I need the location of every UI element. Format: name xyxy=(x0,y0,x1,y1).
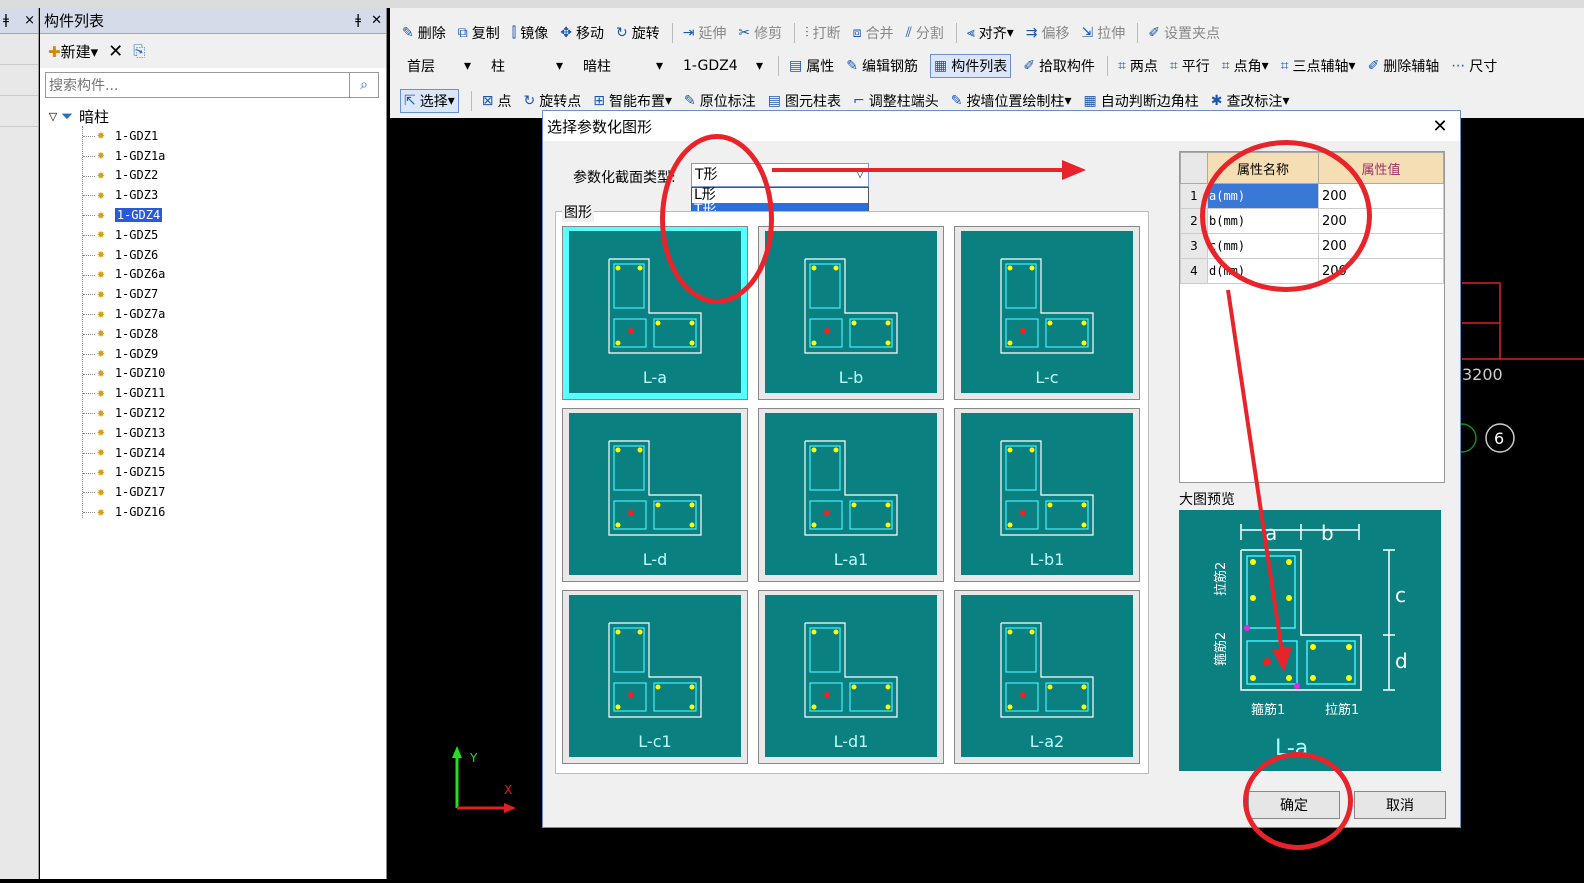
annotation-arrows xyxy=(772,160,1292,672)
arrow-to-properties xyxy=(772,160,1086,180)
arrow-to-preview xyxy=(1226,289,1292,672)
